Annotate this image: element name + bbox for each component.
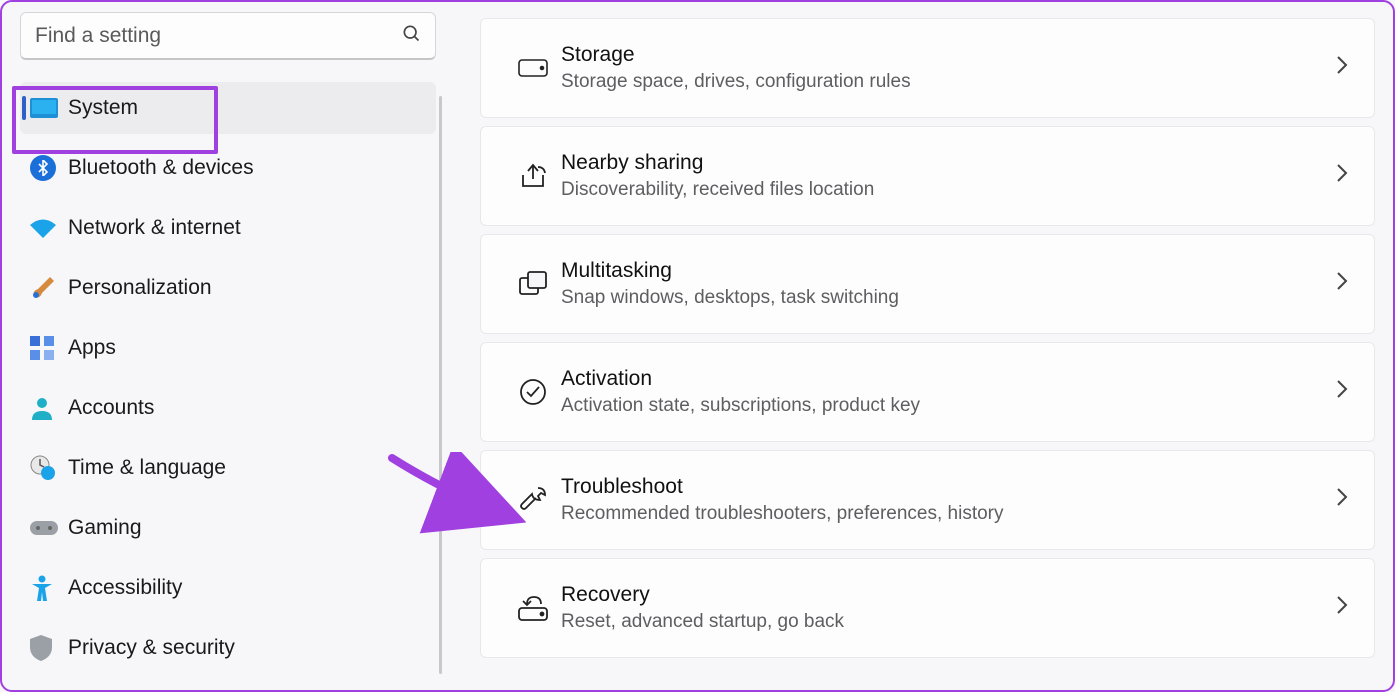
card-title: Storage (561, 41, 1336, 69)
sidebar: System Bluetooth & devices Network & int… (2, 2, 450, 690)
sidebar-item-label: Accounts (68, 396, 154, 420)
sidebar-item-label: Accessibility (68, 576, 182, 600)
chevron-right-icon (1336, 379, 1348, 404)
card-recovery[interactable]: Recovery Reset, advanced startup, go bac… (480, 558, 1375, 658)
card-title: Nearby sharing (561, 149, 1336, 177)
share-icon (505, 162, 561, 190)
sidebar-scrollbar[interactable] (439, 96, 442, 674)
card-title: Multitasking (561, 257, 1336, 285)
sidebar-item-label: Privacy & security (68, 636, 235, 660)
card-subtitle: Reset, advanced startup, go back (561, 609, 1336, 635)
chevron-right-icon (1336, 271, 1348, 296)
sidebar-item-label: Gaming (68, 516, 142, 540)
recovery-icon (505, 594, 561, 622)
sidebar-item-time-language[interactable]: Time & language (20, 442, 436, 494)
card-title: Recovery (561, 581, 1336, 609)
apps-icon (30, 336, 68, 360)
card-activation[interactable]: Activation Activation state, subscriptio… (480, 342, 1375, 442)
sidebar-item-personalization[interactable]: Personalization (20, 262, 436, 314)
chevron-right-icon (1336, 487, 1348, 512)
gamepad-icon (30, 519, 68, 537)
sidebar-item-privacy[interactable]: Privacy & security (20, 622, 436, 674)
search-icon (401, 23, 421, 48)
sidebar-item-accounts[interactable]: Accounts (20, 382, 436, 434)
content-area: Storage Storage space, drives, configura… (450, 2, 1393, 690)
sidebar-item-label: Personalization (68, 276, 212, 300)
accessibility-icon (30, 575, 68, 601)
card-subtitle: Discoverability, received files location (561, 177, 1336, 203)
chevron-right-icon (1336, 55, 1348, 80)
sidebar-item-bluetooth[interactable]: Bluetooth & devices (20, 142, 436, 194)
card-subtitle: Recommended troubleshooters, preferences… (561, 501, 1336, 527)
sidebar-item-label: Network & internet (68, 216, 241, 240)
wifi-icon (30, 218, 68, 238)
card-subtitle: Storage space, drives, configuration rul… (561, 69, 1336, 95)
chevron-right-icon (1336, 163, 1348, 188)
card-title: Troubleshoot (561, 473, 1336, 501)
sidebar-item-apps[interactable]: Apps (20, 322, 436, 374)
search-input[interactable] (35, 24, 401, 48)
sidebar-item-label: Apps (68, 336, 116, 360)
sidebar-item-label: System (68, 96, 138, 120)
card-subtitle: Snap windows, desktops, task switching (561, 285, 1336, 311)
sidebar-item-label: Time & language (68, 456, 226, 480)
chevron-right-icon (1336, 595, 1348, 620)
card-title: Activation (561, 365, 1336, 393)
shield-icon (30, 635, 68, 661)
card-storage[interactable]: Storage Storage space, drives, configura… (480, 18, 1375, 118)
sidebar-item-system[interactable]: System (20, 82, 436, 134)
clock-globe-icon (30, 455, 68, 481)
card-subtitle: Activation state, subscriptions, product… (561, 393, 1336, 419)
card-multitasking[interactable]: Multitasking Snap windows, desktops, tas… (480, 234, 1375, 334)
sidebar-item-accessibility[interactable]: Accessibility (20, 562, 436, 614)
wrench-icon (505, 485, 561, 515)
sidebar-item-network[interactable]: Network & internet (20, 202, 436, 254)
sidebar-item-label: Bluetooth & devices (68, 156, 254, 180)
person-icon (30, 396, 68, 420)
storage-icon (505, 59, 561, 77)
nav-list: System Bluetooth & devices Network & int… (20, 82, 436, 674)
sidebar-item-gaming[interactable]: Gaming (20, 502, 436, 554)
brush-icon (30, 275, 68, 301)
multitask-icon (505, 270, 561, 298)
search-box[interactable] (20, 12, 436, 60)
card-nearby-sharing[interactable]: Nearby sharing Discoverability, received… (480, 126, 1375, 226)
card-troubleshoot[interactable]: Troubleshoot Recommended troubleshooters… (480, 450, 1375, 550)
system-icon (30, 98, 68, 118)
activation-icon (505, 377, 561, 407)
bluetooth-icon (30, 155, 68, 181)
